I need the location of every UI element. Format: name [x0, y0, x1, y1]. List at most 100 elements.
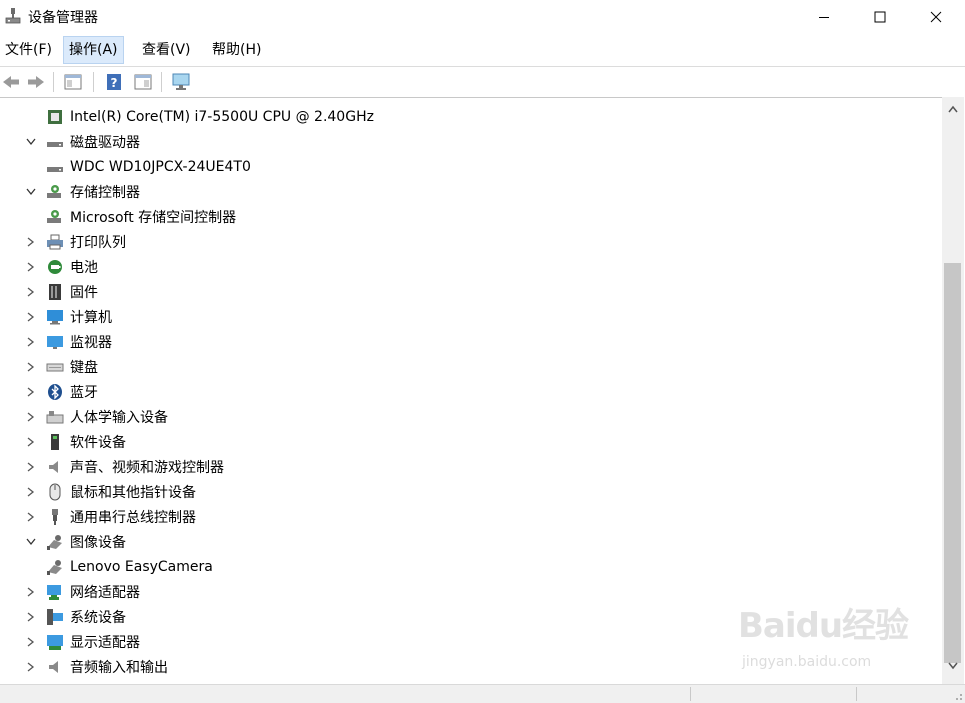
chevron-right-icon[interactable]: [24, 335, 38, 349]
show-hide-console-tree-icon[interactable]: [62, 71, 84, 93]
menu-help[interactable]: 帮助(H): [207, 37, 266, 63]
tree-item-label: 系统设备: [70, 609, 126, 626]
scroll-thumb[interactable]: [944, 263, 961, 663]
tree-item-label: 软件设备: [70, 434, 126, 451]
tree-item[interactable]: 音频输入和输出: [24, 654, 168, 679]
disk-drive-icon: [46, 158, 64, 176]
tree-item-label: 鼠标和其他指针设备: [70, 484, 196, 501]
tree-item-label: 蓝牙: [70, 384, 98, 401]
camera-icon: [46, 558, 64, 576]
tree-item-label: WDC WD10JPCX-24UE4T0: [70, 158, 251, 175]
chevron-right-icon[interactable]: [24, 460, 38, 474]
network-adapter-icon: [46, 583, 64, 601]
tree-item-label: 监视器: [70, 334, 112, 351]
chevron-down-icon[interactable]: [24, 135, 38, 149]
tree-item[interactable]: 图像设备: [24, 529, 126, 554]
tree-item-label: 显示适配器: [70, 634, 140, 651]
tree-item[interactable]: 计算机: [24, 304, 112, 329]
chevron-right-icon[interactable]: [24, 660, 38, 674]
help-icon[interactable]: ?: [103, 71, 125, 93]
chevron-right-icon[interactable]: [24, 385, 38, 399]
tree-item-label: Intel(R) Core(TM) i7-5500U CPU @ 2.40GHz: [70, 108, 374, 125]
scroll-down-arrow-icon[interactable]: [942, 662, 964, 676]
disk-drive-icon: [46, 133, 64, 151]
tree-item[interactable]: 存储控制器: [24, 179, 140, 204]
speaker-icon: [46, 458, 64, 476]
bluetooth-icon: [46, 383, 64, 401]
chevron-right-icon[interactable]: [24, 510, 38, 524]
tree-item[interactable]: WDC WD10JPCX-24UE4T0: [46, 154, 251, 179]
tree-item[interactable]: 蓝牙: [24, 379, 98, 404]
watermark-logo: Baidu经验: [738, 606, 909, 646]
tree-item[interactable]: 系统设备: [24, 604, 126, 629]
tree-item-label: 网络适配器: [70, 584, 140, 601]
chevron-down-icon[interactable]: [24, 185, 38, 199]
tree-item[interactable]: 网络适配器: [24, 579, 140, 604]
menu-action[interactable]: 操作(A): [63, 36, 124, 64]
forward-icon[interactable]: [25, 71, 47, 93]
chevron-right-icon[interactable]: [24, 235, 38, 249]
tree-item[interactable]: 声音、视频和游戏控制器: [24, 454, 224, 479]
back-icon[interactable]: [0, 71, 22, 93]
software-device-icon: [46, 433, 64, 451]
chevron-right-icon[interactable]: [24, 435, 38, 449]
chevron-right-icon[interactable]: [24, 285, 38, 299]
toolbar: ?: [0, 66, 965, 97]
tree-item[interactable]: 通用串行总线控制器: [24, 504, 196, 529]
chevron-right-icon[interactable]: [24, 360, 38, 374]
tree-item[interactable]: 固件: [24, 279, 98, 304]
tree-item[interactable]: 软件设备: [24, 429, 126, 454]
storage-controller-icon: [46, 183, 64, 201]
tree-item[interactable]: 监视器: [24, 329, 112, 354]
tree-item-label: Lenovo EasyCamera: [70, 558, 213, 575]
tree-item[interactable]: 人体学输入设备: [24, 404, 168, 429]
camera-icon: [46, 533, 64, 551]
tree-item-label: 存储控制器: [70, 184, 140, 201]
tree-item-label: 磁盘驱动器: [70, 134, 140, 151]
chevron-right-icon[interactable]: [24, 485, 38, 499]
tree-item-label: 键盘: [70, 359, 98, 376]
scroll-up-arrow-icon[interactable]: [942, 105, 964, 119]
device-tree[interactable]: Intel(R) Core(TM) i7-5500U CPU @ 2.40GHz…: [0, 97, 942, 685]
minimize-button[interactable]: [796, 0, 852, 34]
audio-io-icon: [46, 658, 64, 676]
vertical-scrollbar[interactable]: [942, 97, 964, 684]
storage-controller-icon: [46, 208, 64, 226]
chevron-right-icon[interactable]: [24, 610, 38, 624]
tree-item[interactable]: 键盘: [24, 354, 98, 379]
maximize-button[interactable]: [852, 0, 908, 34]
tree-item[interactable]: 电池: [24, 254, 98, 279]
tree-item[interactable]: 显示适配器: [24, 629, 140, 654]
system-device-icon: [46, 608, 64, 626]
chevron-right-icon[interactable]: [24, 635, 38, 649]
tree-item[interactable]: 磁盘驱动器: [24, 129, 140, 154]
tree-item[interactable]: 打印队列: [24, 229, 126, 254]
chevron-down-icon[interactable]: [24, 535, 38, 549]
tree-item[interactable]: 鼠标和其他指针设备: [24, 479, 196, 504]
tree-item-label: 音频输入和输出: [70, 659, 168, 676]
resize-grip-icon[interactable]: [951, 689, 963, 701]
cpu-icon: [46, 108, 64, 126]
tree-item[interactable]: Lenovo EasyCamera: [46, 554, 213, 579]
close-button[interactable]: [908, 0, 964, 34]
battery-icon: [46, 258, 64, 276]
tree-item[interactable]: Microsoft 存储空间控制器: [46, 204, 236, 229]
tree-item-label: 通用串行总线控制器: [70, 509, 196, 526]
properties-icon[interactable]: [132, 71, 154, 93]
chevron-right-icon[interactable]: [24, 410, 38, 424]
computer-icon: [46, 308, 64, 326]
watermark-url: jingyan.baidu.com: [742, 654, 872, 670]
chevron-right-icon[interactable]: [24, 585, 38, 599]
window-title: 设备管理器: [28, 10, 98, 26]
tree-item-label: 打印队列: [70, 234, 126, 251]
scan-hardware-icon[interactable]: [171, 71, 193, 93]
menu-view[interactable]: 查看(V): [137, 37, 196, 63]
tree-item-label: 电池: [70, 259, 98, 276]
chevron-right-icon[interactable]: [24, 310, 38, 324]
chevron-right-icon[interactable]: [24, 260, 38, 274]
tree-item-label: 人体学输入设备: [70, 409, 168, 426]
menu-file[interactable]: 文件(F): [0, 37, 57, 63]
tree-item-label: Microsoft 存储空间控制器: [70, 209, 237, 226]
tree-item-label: 计算机: [70, 309, 112, 326]
tree-item[interactable]: Intel(R) Core(TM) i7-5500U CPU @ 2.40GHz: [46, 104, 374, 129]
